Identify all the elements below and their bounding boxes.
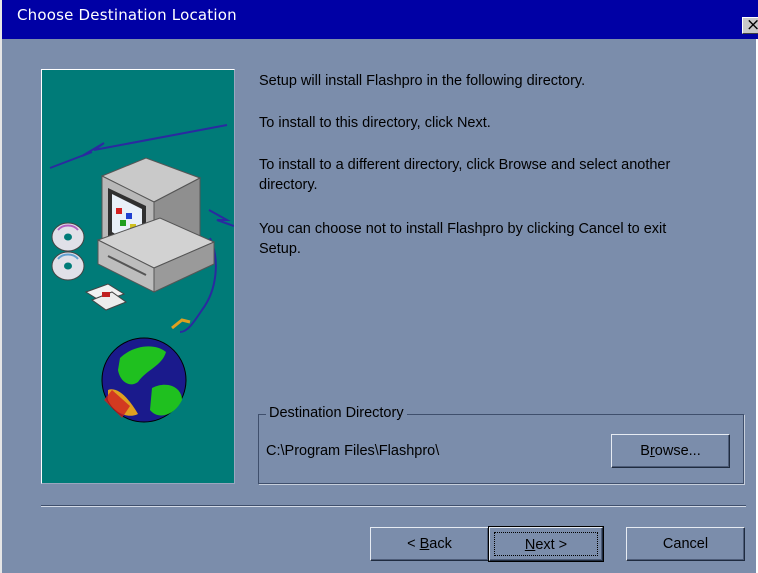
next-focus-rect: Next > bbox=[494, 532, 598, 556]
browse-button[interactable]: Browse... bbox=[611, 434, 730, 468]
window-title: Choose Destination Location bbox=[17, 6, 237, 24]
back-label-mnemonic: B bbox=[419, 536, 430, 552]
next-instruction-text: To install to this directory, click Next… bbox=[259, 115, 491, 131]
setup-dialog: Choose Destination Location × Setup will… bbox=[0, 0, 758, 573]
browse-instruction-text: To install to a different directory, cli… bbox=[259, 157, 671, 193]
back-label-pre: < bbox=[407, 536, 420, 552]
computer-globe-illustration-icon bbox=[49, 124, 234, 423]
next-button[interactable]: Next > bbox=[488, 526, 604, 562]
browse-label-post: owse... bbox=[654, 443, 701, 459]
cancel-instruction-text: You can choose not to install Flashpro b… bbox=[259, 221, 667, 257]
browse-label-pre: B bbox=[640, 443, 650, 459]
destination-path: C:\Program Files\Flashpro\ bbox=[266, 443, 440, 459]
back-button[interactable]: < Back bbox=[370, 527, 489, 561]
back-label-post: ack bbox=[429, 536, 452, 552]
title-bar[interactable]: Choose Destination Location × bbox=[2, 0, 758, 39]
setup-illustration bbox=[41, 69, 235, 484]
close-icon: × bbox=[746, 15, 758, 35]
next-label-post: ext > bbox=[535, 537, 568, 553]
cancel-button[interactable]: Cancel bbox=[626, 527, 745, 561]
next-label-mnemonic: N bbox=[524, 537, 536, 553]
close-button[interactable]: × bbox=[742, 15, 758, 35]
button-separator bbox=[41, 505, 746, 507]
intro-text: Setup will install Flashpro in the follo… bbox=[259, 73, 586, 89]
destination-directory-label: Destination Directory bbox=[266, 405, 407, 421]
